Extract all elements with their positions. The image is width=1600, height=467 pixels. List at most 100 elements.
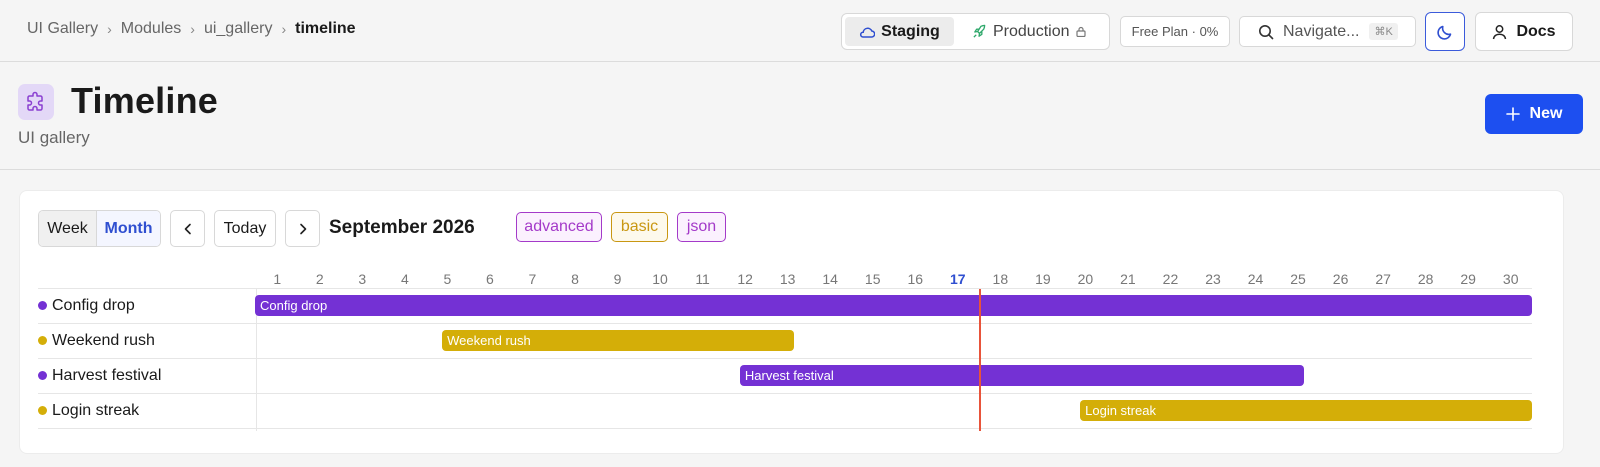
breadcrumb: UI Gallery › Modules › ui_gallery › time… <box>27 20 356 38</box>
day-number-18: 18 <box>992 271 1009 287</box>
rocket-icon <box>973 24 986 38</box>
day-number-10: 10 <box>652 271 668 287</box>
breadcrumb-item-modules[interactable]: Modules <box>121 20 181 38</box>
docs-button[interactable]: Docs <box>1475 12 1573 51</box>
page-header: Timeline UI gallery New <box>0 62 1600 170</box>
tag-json[interactable]: json <box>677 212 726 242</box>
timeline-row-label[interactable]: Config drop <box>38 288 135 323</box>
search-icon <box>1259 24 1274 39</box>
navigate-label: Navigate... <box>1283 22 1360 40</box>
tag-advanced[interactable]: advanced <box>516 212 602 242</box>
color-dot <box>38 301 47 310</box>
navigate-search-button[interactable]: Navigate... ⌘K <box>1239 16 1416 47</box>
staging-button[interactable]: Staging <box>845 17 954 46</box>
day-number-1: 1 <box>273 271 282 287</box>
day-number-8: 8 <box>571 271 579 287</box>
new-label: New <box>1529 105 1563 122</box>
cloud-icon <box>860 27 876 38</box>
day-number-5: 5 <box>443 271 452 287</box>
plan-name: Free Plan <box>1131 24 1188 39</box>
day-number-12: 12 <box>737 271 753 287</box>
staging-label: Staging <box>881 22 940 40</box>
row-label-text: Harvest festival <box>52 366 162 384</box>
day-number-13: 13 <box>779 271 796 287</box>
timeline-card: Week Month Today September 2026 advanced… <box>19 190 1564 454</box>
plus-icon <box>1505 107 1520 121</box>
row-label-text: Weekend rush <box>52 331 155 349</box>
timeline-bar[interactable]: Weekend rush <box>442 330 795 351</box>
day-number-11: 11 <box>695 271 710 287</box>
production-button[interactable]: Production <box>954 17 1098 46</box>
today-button[interactable]: Today <box>214 210 276 247</box>
tag-basic[interactable]: basic <box>611 212 668 242</box>
previous-month-button[interactable] <box>170 210 205 247</box>
chevron-right-icon: › <box>107 21 112 37</box>
day-number-3: 3 <box>358 271 367 287</box>
plan-usage: 0% <box>1199 24 1219 39</box>
day-number-24: 24 <box>1247 271 1264 287</box>
month-view-button[interactable]: Month <box>97 211 160 246</box>
day-number-2: 2 <box>315 271 324 287</box>
next-month-button[interactable] <box>285 210 320 247</box>
chevron-right-icon <box>299 223 306 234</box>
chevron-left-icon <box>184 223 191 234</box>
week-view-button[interactable]: Week <box>39 211 97 246</box>
day-number-17: 17 <box>950 271 966 287</box>
plan-badge[interactable]: Free Plan · 0% <box>1120 16 1230 47</box>
breadcrumb-item-ui-gallery[interactable]: UI Gallery <box>27 20 98 38</box>
moon-icon <box>1437 25 1452 40</box>
breadcrumb-item-ui-gallery-module[interactable]: ui_gallery <box>204 20 272 38</box>
day-number-20: 20 <box>1077 271 1094 287</box>
grid-line <box>38 358 1532 359</box>
day-number-26: 26 <box>1332 271 1349 287</box>
production-label: Production <box>993 22 1070 40</box>
day-number-4: 4 <box>400 271 409 287</box>
day-number-22: 22 <box>1162 271 1179 287</box>
top-bar: UI Gallery › Modules › ui_gallery › time… <box>0 0 1600 62</box>
chevron-right-icon: › <box>281 21 287 37</box>
timeline-bar[interactable]: Config drop <box>255 295 1532 316</box>
color-dot <box>38 336 47 345</box>
month-title: September 2026 <box>329 217 475 238</box>
row-label-text: Login streak <box>52 401 140 419</box>
timeline-row-label[interactable]: Login streak <box>38 393 139 428</box>
timeline-row-label[interactable]: Harvest festival <box>38 358 161 393</box>
row-label-text: Config drop <box>52 296 135 314</box>
today-marker-line <box>979 289 982 431</box>
day-number-16: 16 <box>907 271 924 287</box>
grid-line <box>38 323 1532 324</box>
color-dot <box>38 371 47 380</box>
day-number-21: 21 <box>1120 271 1136 287</box>
timeline-row-label[interactable]: Weekend rush <box>38 323 155 358</box>
page-subtitle: UI gallery <box>18 128 90 147</box>
separator-dot: · <box>1188 24 1200 39</box>
day-number-23: 23 <box>1205 271 1221 287</box>
color-dot <box>38 406 47 415</box>
breadcrumb-item-current: timeline <box>295 20 356 37</box>
docs-label: Docs <box>1516 22 1556 40</box>
theme-toggle-button[interactable] <box>1425 12 1465 51</box>
day-number-25: 25 <box>1290 271 1306 287</box>
user-icon <box>1493 24 1507 39</box>
puzzle-icon <box>18 84 54 120</box>
grid-line <box>38 428 1532 429</box>
day-number-6: 6 <box>486 271 494 287</box>
new-button[interactable]: New <box>1485 94 1583 134</box>
timeline-bar[interactable]: Harvest festival <box>739 365 1305 386</box>
page-title: Timeline <box>71 80 218 121</box>
day-number-30: 30 <box>1502 271 1519 287</box>
keyboard-shortcut: ⌘K <box>1369 23 1398 40</box>
timeline-bar[interactable]: Login streak <box>1080 400 1532 421</box>
day-number-9: 9 <box>613 271 622 287</box>
chevron-right-icon: › <box>190 21 195 37</box>
day-number-14: 14 <box>822 271 838 287</box>
day-number-27: 27 <box>1375 271 1391 287</box>
grid-line <box>38 288 1532 289</box>
day-number-19: 19 <box>1035 271 1051 287</box>
day-number-28: 28 <box>1417 271 1434 287</box>
lock-icon <box>1075 26 1086 37</box>
day-number-29: 29 <box>1460 271 1476 287</box>
day-number-7: 7 <box>528 271 537 287</box>
environment-switcher: Staging Production <box>841 13 1110 50</box>
day-number-15: 15 <box>864 271 881 287</box>
